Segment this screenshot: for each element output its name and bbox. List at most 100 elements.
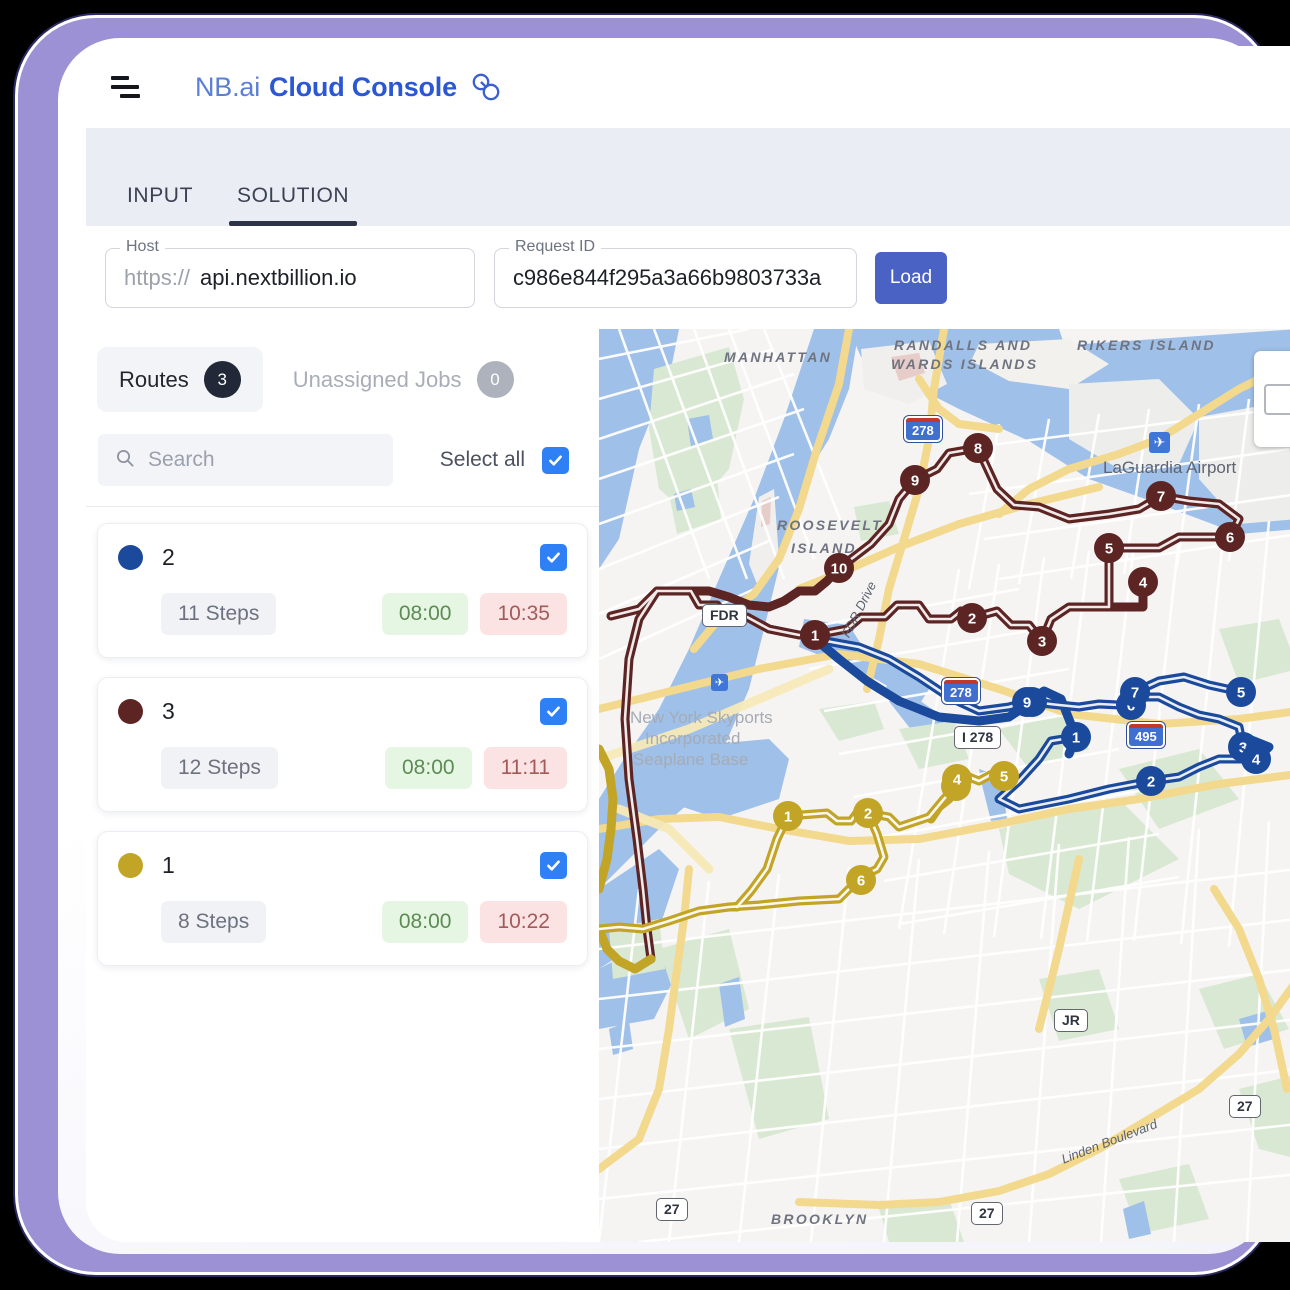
- route-end-time-pill: 11:11: [483, 747, 567, 789]
- route-shield: I 278: [954, 726, 1002, 749]
- route-card[interactable]: 3 12 Steps 08:00 11:11: [97, 677, 588, 812]
- route-steps-pill: 12 Steps: [161, 747, 278, 789]
- app-header: NB.ai Cloud Console: [86, 46, 1290, 128]
- search-input[interactable]: [148, 448, 376, 472]
- tab-solution[interactable]: SOLUTION: [215, 184, 371, 226]
- host-protocol-prefix: https://: [124, 264, 191, 290]
- interstate-shield: 278: [942, 678, 980, 704]
- route-name: 1: [162, 852, 175, 878]
- route-list: 2 11 Steps 08:00 10:35 3 12 Steps 08:00 …: [86, 507, 599, 966]
- connection-form: Host https:// api.nextbillion.io Request…: [86, 226, 1290, 329]
- host-field-legend: Host: [120, 237, 165, 256]
- route-color-dot: [118, 853, 143, 878]
- search-icon: [115, 448, 135, 473]
- route-stop-marker-label: 3: [1038, 634, 1046, 651]
- route-stop-marker-label: 2: [1147, 774, 1155, 791]
- route-checkbox[interactable]: [540, 852, 567, 879]
- route-map[interactable]: 12345678910123456789123456 MANHATTANRAND…: [599, 329, 1290, 1242]
- panel-tab-routes-label: Routes: [119, 366, 189, 392]
- search-row: Select all: [98, 434, 587, 486]
- route-card-stats: 12 Steps 08:00 11:11: [118, 747, 567, 789]
- route-steps-pill: 11 Steps: [161, 593, 277, 635]
- route-stop-marker-label: 1: [811, 628, 819, 645]
- load-button[interactable]: Load: [875, 251, 947, 304]
- route-stop-marker-label: 4: [953, 772, 962, 789]
- route-stop-marker-label: 1: [1072, 730, 1080, 747]
- route-stop-marker-label: 5: [1237, 685, 1245, 702]
- route-card-header: 2: [118, 544, 567, 571]
- route-color-dot: [118, 699, 143, 724]
- request-id-field[interactable]: Request ID c986e844f295a3a66b9803733a: [494, 237, 857, 308]
- seaplane-base-icon: ✈: [711, 674, 728, 691]
- routes-count-badge: 3: [203, 361, 241, 398]
- route-checkbox[interactable]: [540, 698, 567, 725]
- routes-panel: Routes 3 Unassigned Jobs 0 Search Select…: [86, 329, 599, 1242]
- interstate-shield: 278: [904, 416, 942, 442]
- route-stop-marker-label: 7: [1157, 489, 1165, 506]
- request-id-field-legend: Request ID: [509, 237, 602, 256]
- route-card-header: 1: [118, 852, 567, 879]
- route-start-time-pill: 08:00: [381, 901, 469, 943]
- panel-tab-unassigned-jobs-label: Unassigned Jobs: [292, 366, 462, 392]
- route-card-stats: 8 Steps 08:00 10:22: [118, 901, 567, 943]
- select-all-checkbox[interactable]: [542, 446, 569, 474]
- map-layers-control[interactable]: [1254, 351, 1290, 447]
- route-name: 2: [162, 544, 175, 570]
- route-card[interactable]: 1 8 Steps 08:00 10:22: [97, 831, 588, 966]
- route-checkbox[interactable]: [540, 544, 567, 571]
- menu-line-1: [111, 76, 129, 80]
- route-shield: 27: [971, 1202, 1003, 1225]
- host-field[interactable]: Host https:// api.nextbillion.io: [105, 237, 475, 308]
- airport-icon: ✈: [1149, 432, 1170, 453]
- host-field-value: api.nextbillion.io: [200, 264, 357, 290]
- brand-name-light: NB.ai: [195, 71, 261, 102]
- route-color-dot: [118, 545, 143, 570]
- unassigned-jobs-count-badge: 0: [476, 361, 514, 398]
- menu-line-2: [111, 85, 139, 89]
- select-all-wrap: Select all: [393, 446, 587, 474]
- route-shield: JR: [1054, 1009, 1088, 1032]
- route-shield: FDR: [702, 604, 747, 627]
- main-tab-bar: INPUT SOLUTION: [86, 128, 1290, 226]
- route-stop-marker-label: 9: [1023, 695, 1031, 712]
- route-stop-marker-label: 6: [857, 873, 865, 890]
- select-all-label: Select all: [439, 448, 525, 471]
- map-canvas: 12345678910123456789123456: [599, 329, 1290, 1242]
- route-stop-marker-label: 5: [1105, 541, 1113, 558]
- route-steps-pill: 8 Steps: [161, 901, 267, 943]
- route-stop-marker-label: 8: [974, 441, 982, 458]
- route-stop-marker-label: 5: [1000, 769, 1008, 786]
- route-card-stats: 11 Steps 08:00 10:35: [118, 593, 567, 635]
- brand: NB.ai Cloud Console: [195, 71, 502, 103]
- route-start-time-pill: 08:00: [381, 593, 469, 635]
- route-stop-marker-label: 2: [864, 806, 872, 823]
- route-shield: 27: [1229, 1095, 1261, 1118]
- route-stop-marker-label: 2: [968, 611, 976, 628]
- menu-line-3: [120, 94, 140, 98]
- panel-tab-bar: Routes 3 Unassigned Jobs 0: [86, 329, 599, 412]
- device-frame: NB.ai Cloud Console INPUT SOLUTION Host: [18, 18, 1290, 1272]
- route-stop-marker-label: 4: [1252, 752, 1261, 769]
- route-card-header: 3: [118, 698, 567, 725]
- map-layers-control-square: [1264, 384, 1290, 415]
- route-stop-marker-label: 6: [1226, 530, 1234, 547]
- route-end-time-pill: 10:22: [480, 901, 567, 943]
- route-stop-marker-label: 7: [1131, 685, 1139, 702]
- route-card[interactable]: 2 11 Steps 08:00 10:35: [97, 523, 588, 658]
- route-stop-marker-label: 9: [911, 473, 919, 490]
- hamburger-menu-icon[interactable]: [105, 66, 147, 108]
- route-shield: 27: [656, 1198, 688, 1221]
- interstate-shield: 495: [1127, 722, 1165, 748]
- panel-tab-unassigned-jobs[interactable]: Unassigned Jobs 0: [271, 347, 536, 412]
- app-screen: NB.ai Cloud Console INPUT SOLUTION Host: [86, 46, 1290, 1242]
- route-end-time-pill: 10:35: [480, 593, 567, 635]
- panel-tab-routes[interactable]: Routes 3: [97, 347, 263, 412]
- brand-name-bold: Cloud Console: [269, 71, 457, 102]
- search-box[interactable]: [98, 434, 393, 486]
- route-stop-marker-label: 4: [1139, 575, 1148, 592]
- request-id-field-value: c986e844f295a3a66b9803733a: [513, 264, 822, 290]
- route-name: 3: [162, 698, 175, 724]
- tab-input[interactable]: INPUT: [105, 184, 215, 226]
- route-stop-marker-label: 10: [831, 561, 848, 578]
- nextbillion-infinity-logo-icon: [470, 71, 502, 103]
